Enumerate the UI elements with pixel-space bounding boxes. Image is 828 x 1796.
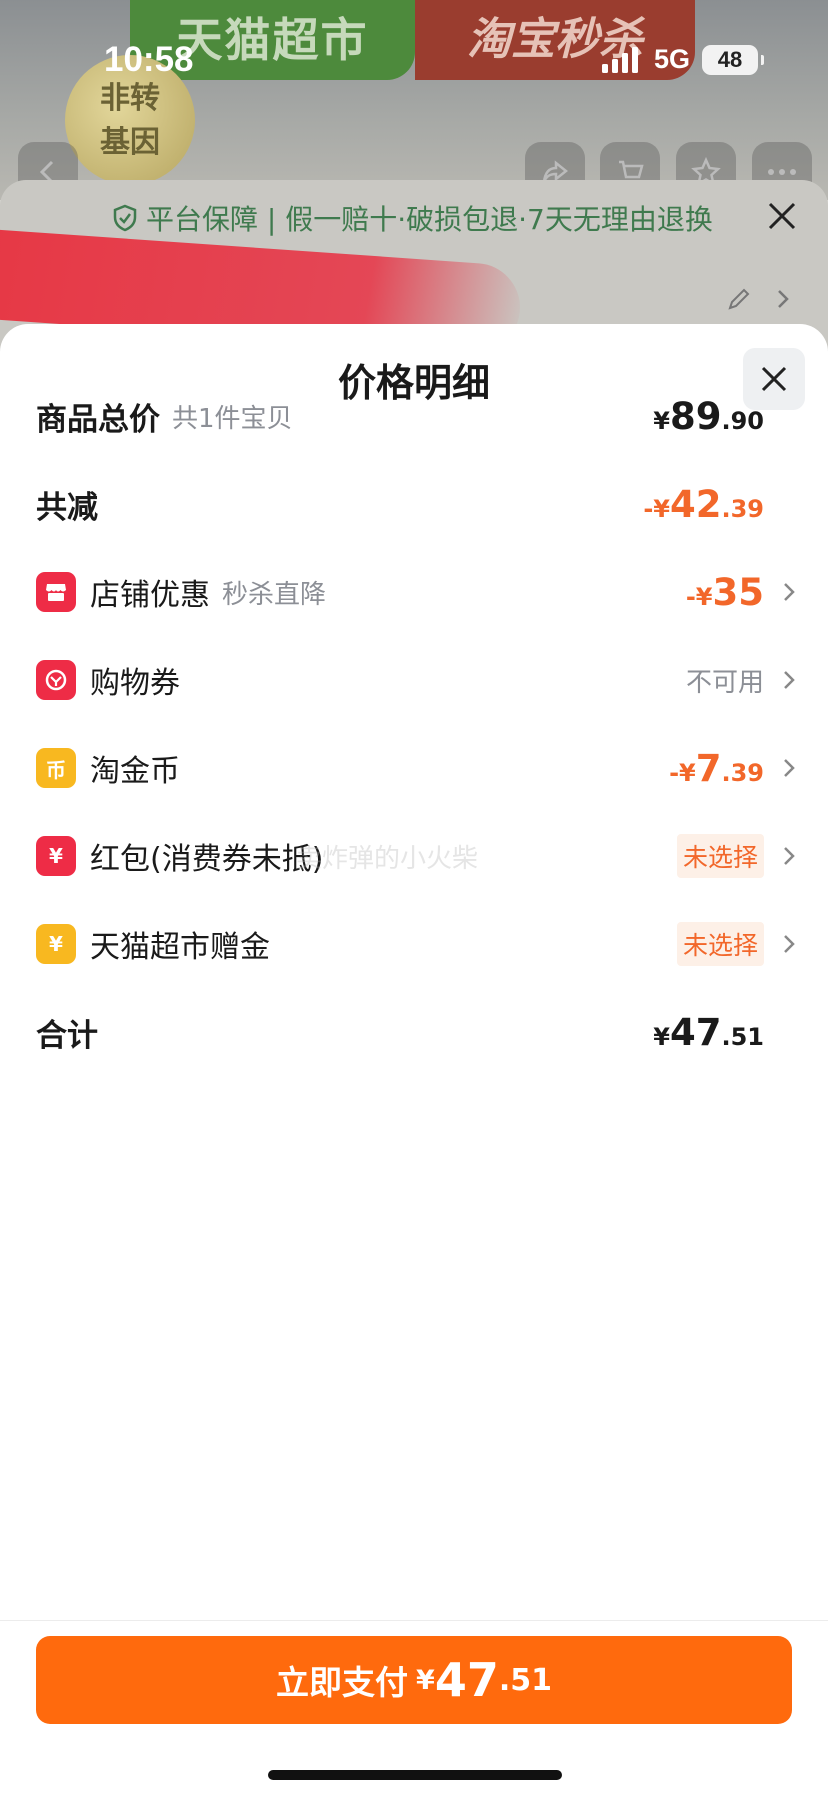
chevron-right-icon <box>782 669 796 691</box>
shop-discount-value: -¥35 <box>686 571 796 614</box>
red-packet-label: 红包(消费券未抵) <box>90 842 324 877</box>
red-packet-value: 未选择 <box>676 834 796 878</box>
row-grand-total: 合计 ¥47.51 <box>36 992 796 1072</box>
price-integer: 7 <box>695 746 722 790</box>
status-indicators: 5G 48 <box>601 44 764 75</box>
currency-symbol: ¥ <box>653 1022 670 1051</box>
row-taojin-coin[interactable]: 币 淘金币 -¥7.39 <box>36 728 796 808</box>
coupon-icon <box>36 660 76 700</box>
price-detail-sheet: 价格明细 商品总价 共1件宝贝 ¥89.90 共减 -¥42.39 店铺优惠 秒… <box>0 324 828 1796</box>
shopping-coupon-value: 不可用 <box>686 662 796 699</box>
grand-total-value: ¥47.51 <box>653 1011 796 1054</box>
total-discount-value: -¥42.39 <box>643 483 796 526</box>
pay-button-label: 立即支付 <box>276 1663 409 1702</box>
watermark: 卖炸弹的小火柴 <box>296 844 479 874</box>
guarantee-close-button[interactable] <box>766 200 798 239</box>
coupon-unavailable-text: 不可用 <box>685 667 764 698</box>
row-total-goods: 商品总价 共1件宝贝 ¥89.90 <box>36 376 796 456</box>
row-shop-discount[interactable]: 店铺优惠 秒杀直降 -¥35 <box>36 552 796 632</box>
shop-discount-price: -¥35 <box>686 571 764 614</box>
shop-discount-sub: 秒杀直降 <box>222 579 327 610</box>
edit-icon[interactable] <box>726 286 752 312</box>
pay-now-button[interactable]: 立即支付 ¥ 47 .51 <box>36 1636 792 1724</box>
price-integer: 35 <box>712 570 765 614</box>
bottom-divider <box>0 1620 828 1621</box>
price-decimal: .39 <box>721 494 764 523</box>
pay-currency: ¥ <box>416 1664 435 1696</box>
grand-total-price: ¥47.51 <box>653 1011 764 1054</box>
price-decimal: .90 <box>721 406 764 435</box>
shop-discount-label: 店铺优惠 <box>90 578 210 613</box>
address-actions <box>726 286 790 312</box>
total-goods-label: 商品总价 <box>36 401 160 438</box>
total-discount-label: 共减 <box>36 489 98 526</box>
price-integer: 47 <box>669 1010 722 1054</box>
total-discount-price: -¥42.39 <box>643 483 764 526</box>
status-bar: 10:58 5G 48 <box>0 0 828 120</box>
shopping-coupon-label: 购物券 <box>90 666 180 701</box>
chevron-right-icon <box>782 757 796 779</box>
shop-icon <box>36 572 76 612</box>
total-goods-price: ¥89.90 <box>653 395 764 438</box>
tmall-gift-value: 未选择 <box>676 922 796 966</box>
row-total-discount: 共减 -¥42.39 <box>36 464 796 544</box>
battery-indicator: 48 <box>702 44 764 75</box>
guarantee-text: 平台保障 | 假一赔十·破损包退·7天无理由退换 <box>146 203 713 236</box>
more-icon <box>768 169 796 175</box>
status-time: 10:58 <box>104 40 194 79</box>
price-integer: 42 <box>669 482 722 526</box>
total-goods-value: ¥89.90 <box>653 395 796 438</box>
pay-amount-integer: 47 <box>434 1653 499 1707</box>
pay-amount-decimal: .51 <box>498 1662 552 1698</box>
currency-symbol: -¥ <box>685 582 713 611</box>
taojin-coin-price: -¥7.39 <box>669 747 764 790</box>
item-count: 共1件宝贝 <box>172 403 293 434</box>
price-integer: 89 <box>669 394 722 438</box>
tmall-gift-status-badge: 未选择 <box>676 922 764 966</box>
close-icon <box>768 202 796 230</box>
row-shopping-coupon[interactable]: 购物券 不可用 <box>36 640 796 720</box>
chevron-right-icon <box>782 845 796 867</box>
price-decimal: .51 <box>721 1022 764 1051</box>
gift-money-icon: ¥ <box>36 924 76 964</box>
grand-total-label: 合计 <box>36 1017 98 1054</box>
taojin-coin-label: 淘金币 <box>90 754 180 789</box>
red-packet-status-badge: 未选择 <box>676 834 764 878</box>
network-type: 5G <box>653 44 690 74</box>
tmall-gift-label: 天猫超市赠金 <box>90 930 270 965</box>
signal-icon <box>601 46 638 73</box>
currency-symbol: ¥ <box>653 406 670 435</box>
currency-symbol: -¥ <box>643 494 670 523</box>
home-indicator[interactable] <box>268 1770 562 1780</box>
chevron-right-icon[interactable] <box>776 286 790 312</box>
price-decimal: .39 <box>721 758 764 787</box>
currency-symbol: -¥ <box>669 758 696 787</box>
taojin-coin-value: -¥7.39 <box>669 747 796 790</box>
row-tmall-gift-money[interactable]: ¥ 天猫超市赠金 未选择 <box>36 904 796 984</box>
coin-icon: 币 <box>36 748 76 788</box>
chevron-right-icon <box>782 581 796 603</box>
shield-check-icon <box>112 204 138 232</box>
chevron-right-icon <box>782 933 796 955</box>
red-packet-icon: ¥ <box>36 836 76 876</box>
